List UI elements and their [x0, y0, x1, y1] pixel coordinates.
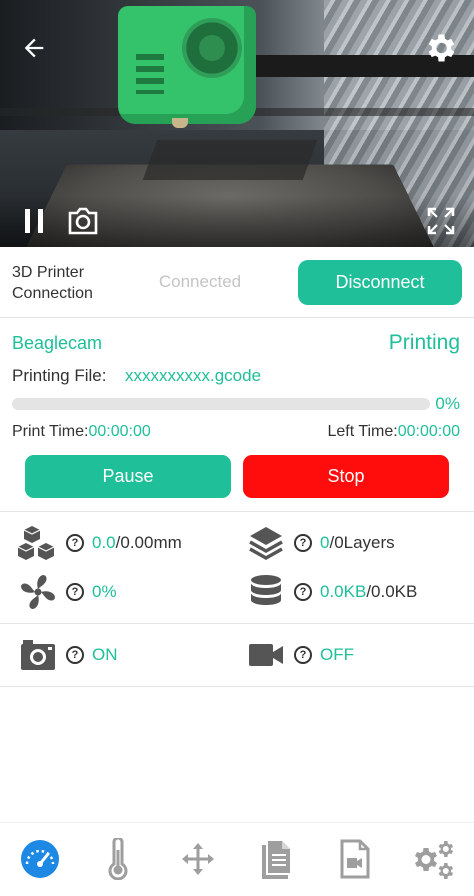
connection-status: Connected	[158, 272, 242, 291]
height-current: 0.0	[92, 533, 116, 552]
printer-state: Printing	[388, 331, 460, 354]
stat-layers: ? 0/0Layers	[246, 523, 395, 563]
video-state-value: OFF	[320, 645, 354, 665]
gear-icon	[428, 34, 455, 62]
nav-temperature[interactable]	[93, 834, 143, 884]
camera-state-value: ON	[92, 645, 118, 665]
data-value: 0.0KB/0.0KB	[320, 582, 417, 602]
left-time: Left Time:00:00:00	[327, 423, 460, 441]
back-button[interactable]	[16, 30, 52, 66]
settings-gears-icon	[415, 841, 453, 879]
video-state: OFF	[320, 645, 354, 664]
move-icon	[182, 843, 214, 875]
help-icon[interactable]: ?	[294, 583, 312, 601]
fan-icon	[18, 572, 58, 612]
connection-label: 3D Printer Connection	[12, 264, 93, 302]
height-total: /0.00mm	[115, 533, 182, 552]
stat-data: ? 0.0KB/0.0KB	[246, 572, 417, 612]
data-current: 0.0KB	[320, 582, 367, 601]
camera-state: ON	[92, 645, 118, 664]
help-icon[interactable]: ?	[66, 583, 84, 601]
nav-files[interactable]	[251, 834, 301, 884]
print-head-vents	[136, 54, 164, 94]
nav-move[interactable]	[173, 834, 223, 884]
back-arrow-icon	[24, 38, 44, 58]
camera-icon	[68, 207, 98, 235]
dashboard-icon	[21, 840, 59, 878]
layers-icon	[246, 523, 286, 563]
cubes-icon	[18, 523, 58, 563]
disconnect-button[interactable]: Disconnect	[298, 260, 462, 305]
fan-speed: 0%	[92, 582, 117, 601]
layers-value: 0/0Layers	[320, 533, 395, 553]
camera-settings-button[interactable]	[420, 28, 460, 68]
files-icon	[262, 841, 290, 879]
fullscreen-button[interactable]	[424, 204, 458, 238]
nav-settings[interactable]	[408, 834, 458, 884]
print-progress-percent: 0%	[435, 394, 460, 413]
divider	[0, 511, 474, 512]
stat-height: ? 0.0/0.00mm	[18, 523, 182, 563]
printing-file-label: Printing File:	[12, 366, 107, 385]
help-icon[interactable]: ?	[66, 534, 84, 552]
stat-camera: ? ON	[18, 635, 118, 675]
pause-button[interactable]: Pause	[25, 455, 231, 498]
pause-icon	[25, 209, 43, 233]
help-icon[interactable]: ?	[294, 534, 312, 552]
printing-file-name: xxxxxxxxxx.gcode	[125, 366, 262, 385]
fullscreen-icon	[427, 207, 455, 235]
nav-dashboard[interactable]	[15, 834, 65, 884]
print-progress-bar	[12, 398, 430, 410]
divider	[0, 623, 474, 624]
nozzle	[172, 118, 188, 128]
bottom-navigation	[0, 822, 474, 896]
bed-shadow	[142, 140, 318, 180]
printer-name: Beaglecam	[12, 333, 103, 353]
layers-total: /0Layers	[329, 533, 395, 552]
database-icon	[246, 572, 286, 612]
left-time-label: Left Time:	[327, 423, 398, 440]
help-icon[interactable]: ?	[294, 646, 312, 664]
snapshot-button[interactable]	[64, 204, 102, 238]
pause-stream-button[interactable]	[18, 204, 50, 238]
video-file-icon	[340, 839, 370, 879]
divider	[0, 686, 474, 687]
camera-icon	[18, 635, 58, 675]
video-camera-icon	[246, 635, 286, 675]
print-time-value: 00:00:00	[88, 423, 151, 440]
height-value: 0.0/0.00mm	[92, 533, 182, 553]
print-time-label: Print Time:	[12, 423, 89, 440]
print-head-fan	[182, 18, 242, 78]
stop-button[interactable]: Stop	[243, 455, 449, 498]
camera-feed	[0, 0, 474, 247]
data-total: /0.0KB	[366, 582, 418, 601]
stat-fan: ? 0%	[18, 572, 117, 612]
print-time: Print Time:00:00:00	[12, 423, 151, 441]
stat-video: ? OFF	[246, 635, 354, 675]
fan-value: 0%	[92, 582, 117, 602]
help-icon[interactable]: ?	[66, 646, 84, 664]
left-time-value: 00:00:00	[397, 423, 460, 440]
nav-videos[interactable]	[330, 834, 380, 884]
thermometer-icon	[108, 838, 128, 880]
